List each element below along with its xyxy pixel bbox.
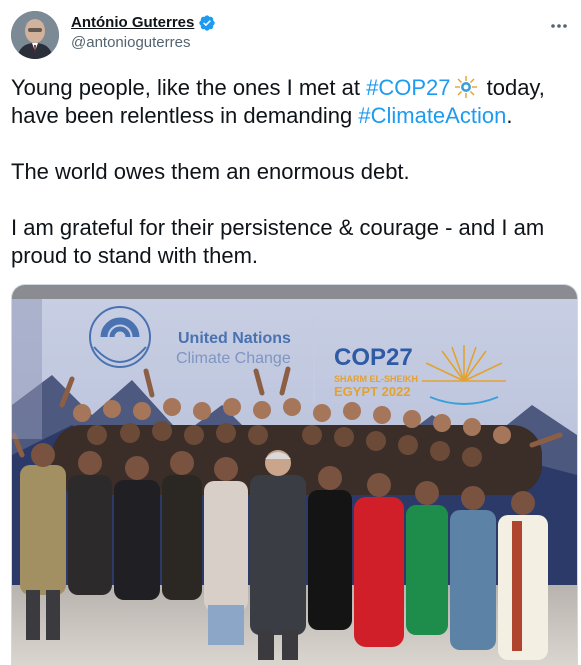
tweet-paragraph-1: Young people, like the ones I met at #CO…: [11, 74, 576, 130]
tweet-text: Young people, like the ones I met at #CO…: [11, 74, 576, 270]
hashtag-cop27[interactable]: #COP27: [366, 75, 450, 100]
text-segment: Young people, like the ones I met at: [11, 75, 367, 100]
author-handle[interactable]: @antonioguterres: [71, 33, 216, 53]
group-photo-illustration: United Nations Climate Change COP27 SHAR…: [12, 285, 577, 665]
cop27-sun-emoji-icon: [454, 76, 477, 98]
author-block: António Guterres @antonioguterres: [71, 14, 216, 53]
banner-event: COP27: [334, 344, 413, 371]
banner-country-year: EGYPT 2022: [334, 384, 411, 399]
text-segment: today,: [480, 75, 545, 100]
tweet-paragraph-3: I am grateful for their persistence & co…: [11, 215, 545, 268]
text-segment: .: [506, 103, 513, 128]
verified-badge-icon: [199, 15, 216, 31]
banner-location: SHARM EL-SHEIKH: [334, 374, 418, 384]
text-segment: have been relentless in demanding: [11, 103, 359, 128]
display-name[interactable]: António Guterres: [71, 14, 216, 32]
avatar[interactable]: [11, 11, 59, 59]
tweet-header: António Guterres @antonioguterres: [11, 10, 571, 62]
more-options-icon[interactable]: [549, 16, 569, 36]
banner-org-line1: United Nations: [178, 330, 291, 347]
display-name-text[interactable]: António Guterres: [71, 14, 194, 32]
hashtag-climateaction[interactable]: #ClimateAction: [358, 103, 506, 128]
tweet-photo[interactable]: United Nations Climate Change COP27 SHAR…: [11, 284, 578, 665]
tweet-paragraph-2: The world owes them an enormous debt.: [11, 159, 410, 184]
banner-org-line2: Climate Change: [176, 350, 291, 367]
